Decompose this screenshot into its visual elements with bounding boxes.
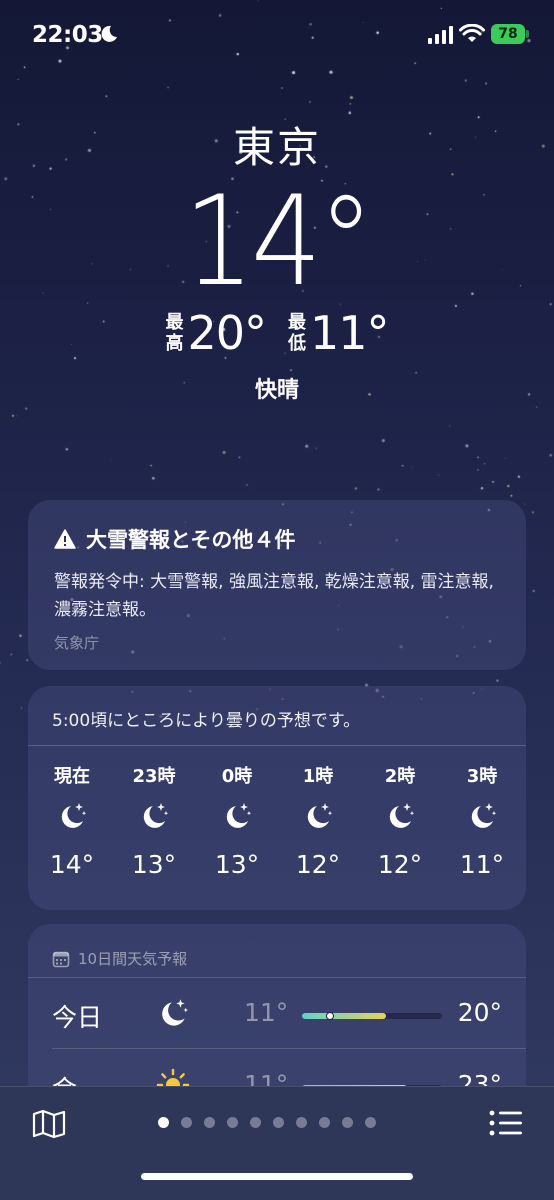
hour-label: 現在 [54,766,90,787]
page-dot[interactable] [227,1117,238,1128]
low-temperature: 11° [310,306,390,360]
page-dot[interactable] [158,1117,169,1128]
temperature-range-bar [302,1012,442,1020]
hour-label: 23時 [132,766,176,787]
forecast-row-today[interactable]: 今日 11° 20° [28,978,526,1050]
forecast-header: 10日間天気予報 [28,924,526,978]
focus-moon-icon [101,25,117,42]
status-time: 22:03 [32,22,103,48]
wifi-icon [459,24,485,42]
hour-label: 2時 [384,766,416,787]
list-icon[interactable] [489,1109,523,1137]
high-label: 最 高 [165,312,183,354]
current-temperature: 14° [183,170,374,314]
hourly-forecast-card[interactable]: 5:00頃にところにより曇りの予想です。 現在 14° 23時 13° 0時 1… [28,686,526,910]
weather-condition: 快晴 [254,378,299,403]
home-indicator [141,1173,413,1180]
page-dot[interactable] [273,1117,284,1128]
hour-temperature: 12° [377,850,423,879]
hour-temperature: 11° [459,850,505,879]
row-divider [52,1048,526,1049]
high-low: 最 高 20° 最 低 11° [0,306,554,360]
page-dot[interactable] [365,1117,376,1128]
low-label-char-2: 低 [288,333,306,354]
temperature-range-fill [302,1013,386,1019]
low-group: 最 低 11° [288,306,390,360]
low-label-char-1: 最 [288,312,306,333]
hour-temperature: 13° [214,850,260,879]
alert-title: 大雪警報とその他４件 [86,528,296,552]
forecast-high: 20° [457,998,502,1027]
hour-label: 0時 [221,766,253,787]
current-temperature-dot [326,1012,334,1020]
moon-stars-icon [156,996,190,1034]
moon-stars-icon [278,800,358,834]
hour-item: 1時 12° [278,762,358,879]
alert-source: 気象庁 [54,634,100,652]
hourly-summary: 5:00頃にところにより曇りの予想です。 [28,686,526,746]
hour-label: 3時 [466,766,498,787]
alert-body: 警報発令中: 大雪警報, 強風注意報, 乾燥注意報, 雷注意報, 濃霧注意報。 [54,572,494,620]
hour-temperature: 14° [49,850,95,879]
page-dot[interactable] [319,1117,330,1128]
moon-stars-icon [114,800,194,834]
low-label: 最 低 [288,312,306,354]
weather-alert-card[interactable]: 大雪警報とその他４件 警報発令中: 大雪警報, 強風注意報, 乾燥注意報, 雷注… [28,500,526,670]
battery-level: 78 [498,26,518,42]
page-dot[interactable] [296,1117,307,1128]
hour-item: 2時 12° [360,762,440,879]
cellular-signal-icon [428,26,453,44]
page-dot[interactable] [250,1117,261,1128]
hour-temperature: 13° [131,850,177,879]
high-temperature: 20° [187,306,267,360]
page-dot[interactable] [181,1117,192,1128]
hour-item: 23時 13° [114,762,194,879]
battery-indicator: 78 [491,24,529,44]
bottom-toolbar [0,1086,554,1200]
forecast-low: 11° [244,998,289,1027]
hour-temperature: 12° [295,850,341,879]
map-icon[interactable] [32,1109,66,1139]
moon-stars-icon [360,800,440,834]
moon-stars-icon [197,800,277,834]
moon-stars-icon [442,800,522,834]
warning-triangle-icon [54,529,76,549]
page-dot[interactable] [204,1117,215,1128]
high-label-char-2: 高 [165,333,184,354]
forecast-day: 今日 [52,1003,103,1032]
page-indicator[interactable] [158,1117,376,1128]
forecast-header-label: 10日間天気予報 [78,950,188,968]
high-group: 最 高 20° [165,306,267,360]
city-name: 東京 [232,123,321,172]
page-dot[interactable] [342,1117,353,1128]
hour-item: 現在 14° [32,762,112,879]
alert-title-row: 大雪警報とその他４件 [54,524,500,554]
hour-item: 0時 13° [197,762,277,879]
calendar-icon [52,951,70,967]
status-bar: 22:03 78 [0,0,554,70]
hour-label: 1時 [302,766,334,787]
moon-stars-icon [32,800,112,834]
hour-item: 3時 11° [442,762,522,879]
high-label-char-1: 最 [165,312,184,333]
